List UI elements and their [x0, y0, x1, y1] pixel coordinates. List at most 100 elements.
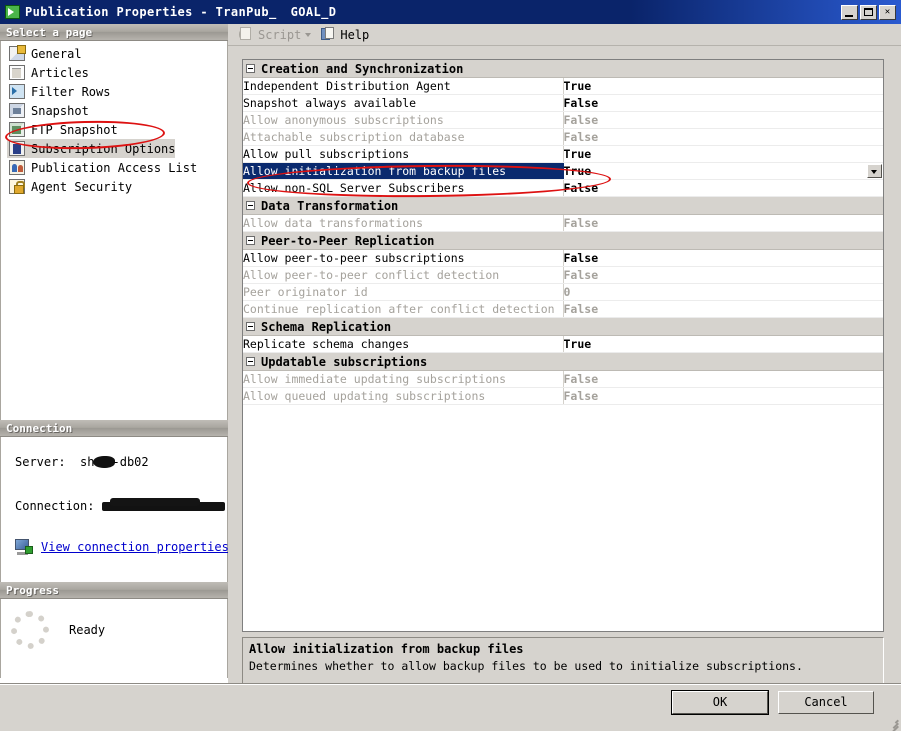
view-connection-properties-link[interactable]: View connection properties	[41, 540, 229, 554]
property-name-cell[interactable]: Allow pull subscriptions	[243, 145, 564, 163]
close-button[interactable]: ✕	[879, 4, 896, 20]
property-row[interactable]: Independent Distribution Agent True	[243, 77, 883, 95]
property-value-cell[interactable]: False	[563, 370, 883, 388]
property-name-cell[interactable]: Allow queued updating subscriptions	[243, 387, 564, 405]
sidebar-item-agent-security[interactable]: Agent Security	[1, 177, 227, 196]
property-name-cell[interactable]: Allow immediate updating subscriptions	[243, 370, 564, 388]
property-row[interactable]: Allow peer-to-peer subscriptions False	[243, 249, 883, 267]
sidebar-item-general[interactable]: General	[1, 44, 227, 63]
property-value-cell[interactable]: False	[563, 214, 883, 232]
property-category-row[interactable]: Schema Replication	[243, 317, 883, 336]
value-dropdown-button[interactable]	[867, 164, 882, 178]
property-value-cell[interactable]: True	[563, 335, 883, 353]
sidebar-item-subscription-options[interactable]: Subscription Options	[7, 139, 176, 158]
collapse-icon[interactable]	[246, 64, 255, 73]
property-name-cell[interactable]: Continue replication after conflict dete…	[243, 300, 564, 318]
property-row[interactable]: Attachable subscription database False	[243, 128, 883, 146]
property-row[interactable]: Allow immediate updating subscriptions Fa…	[243, 370, 883, 388]
script-button[interactable]: Script	[236, 26, 314, 44]
property-name-cell[interactable]: Allow data transformations	[243, 214, 564, 232]
property-row[interactable]: Allow initialization from backup files Tr…	[243, 162, 883, 180]
property-row[interactable]: Allow pull subscriptions True	[243, 145, 883, 163]
snapshot-page-icon	[9, 103, 25, 118]
property-row[interactable]: Allow peer-to-peer conflict detection Fal…	[243, 266, 883, 284]
collapse-icon[interactable]	[246, 322, 255, 331]
maximize-button[interactable]	[860, 4, 877, 20]
general-page-icon	[9, 45, 26, 61]
property-value-cell[interactable]: False	[563, 128, 883, 146]
property-row[interactable]: Continue replication after conflict dete…	[243, 300, 883, 318]
close-icon: ✕	[884, 6, 891, 17]
sidebar-item-snapshot[interactable]: Snapshot	[1, 101, 227, 120]
property-category-row[interactable]: Peer-to-Peer Replication	[243, 231, 883, 250]
property-grid[interactable]: Creation and Synchronization Independent …	[242, 59, 884, 632]
property-name-cell[interactable]: Allow anonymous subscriptions	[243, 111, 564, 129]
resize-grip[interactable]	[885, 715, 899, 731]
property-name-cell[interactable]: Allow non-SQL Server Subscribers	[243, 179, 564, 197]
property-category-label: Updatable subscriptions	[261, 354, 428, 369]
page-list: General Articles Filter Rows Snapshot FT…	[0, 41, 228, 420]
ok-button[interactable]: OK	[671, 690, 769, 715]
progress-header: Progress	[0, 582, 228, 599]
articles-page-icon	[9, 65, 25, 80]
property-value-cell[interactable]: False	[563, 94, 883, 112]
property-value-cell[interactable]: 0	[563, 283, 883, 301]
sidebar-item-articles[interactable]: Articles	[1, 63, 227, 82]
property-category-label: Schema Replication	[261, 319, 392, 334]
toolbar: Script Help	[228, 24, 901, 46]
sidebar-item-publication-access-list[interactable]: Publication Access List	[1, 158, 227, 177]
property-value-cell[interactable]: False	[563, 179, 883, 197]
collapse-icon[interactable]	[246, 236, 255, 245]
cancel-button[interactable]: Cancel	[778, 691, 874, 714]
progress-panel: Ready	[0, 599, 228, 678]
property-category-row[interactable]: Creation and Synchronization	[243, 60, 883, 78]
property-category-cell: Creation and Synchronization	[243, 60, 883, 78]
property-value-cell[interactable]: True	[563, 77, 883, 95]
property-row[interactable]: Allow anonymous subscriptions False	[243, 111, 883, 129]
property-row[interactable]: Allow non-SQL Server Subscribers False	[243, 179, 883, 197]
property-value-cell[interactable]: False	[563, 111, 883, 129]
subscription-options-page-icon	[9, 141, 25, 156]
property-name-cell[interactable]: Attachable subscription database	[243, 128, 564, 146]
property-category-row[interactable]: Data Transformation	[243, 196, 883, 215]
redacted-server-segment	[92, 456, 115, 468]
property-name-cell[interactable]: Replicate schema changes	[243, 335, 564, 353]
sidebar-item-ftp-snapshot[interactable]: FTP Snapshot	[1, 120, 227, 139]
property-value-cell[interactable]: False	[563, 266, 883, 284]
sidebar-item-filter-rows[interactable]: Filter Rows	[1, 82, 227, 101]
property-name-cell[interactable]: Allow peer-to-peer conflict detection	[243, 266, 564, 284]
property-value-cell[interactable]: True	[563, 145, 883, 163]
connection-properties-icon	[15, 539, 33, 555]
property-value-cell[interactable]: False	[563, 300, 883, 318]
property-name-cell[interactable]: Independent Distribution Agent	[243, 77, 564, 95]
collapse-icon[interactable]	[246, 357, 255, 366]
property-row[interactable]: Snapshot always available False	[243, 94, 883, 112]
property-value-cell[interactable]: False	[563, 387, 883, 405]
property-row[interactable]: Allow data transformations False	[243, 214, 883, 232]
window-title-suffix: GOAL_D	[290, 5, 337, 19]
progress-row: Ready	[1, 611, 227, 649]
collapse-icon[interactable]	[246, 201, 255, 210]
chevron-down-icon[interactable]	[305, 32, 312, 37]
sidebar-item-label: Subscription Options	[31, 141, 176, 156]
window-controls: ✕	[841, 4, 896, 20]
minimize-button[interactable]	[841, 4, 858, 20]
property-category-row[interactable]: Updatable subscriptions	[243, 352, 883, 371]
property-name-cell[interactable]: Allow initialization from backup files	[243, 162, 564, 180]
ftp-snapshot-page-icon	[9, 122, 25, 137]
property-row[interactable]: Replicate schema changes True	[243, 335, 883, 353]
sidebar-item-label: Snapshot	[31, 103, 89, 118]
window-title-prefix: Publication Properties - TranPub_	[25, 5, 277, 19]
property-name-cell[interactable]: Peer originator id	[243, 283, 564, 301]
property-name-cell[interactable]: Allow peer-to-peer subscriptions	[243, 249, 564, 267]
help-button[interactable]: Help	[318, 26, 372, 44]
property-name-cell[interactable]: Snapshot always available	[243, 94, 564, 112]
property-row[interactable]: Allow queued updating subscriptions False	[243, 387, 883, 405]
select-a-page-header: Select a page	[0, 24, 228, 41]
view-connection-properties-row[interactable]: View connection properties	[1, 539, 229, 555]
property-value-cell[interactable]: False	[563, 249, 883, 267]
sidebar-item-label: Publication Access List	[31, 160, 198, 175]
property-value-cell[interactable]: True	[563, 162, 883, 180]
property-row[interactable]: Peer originator id 0	[243, 283, 883, 301]
property-category-cell: Updatable subscriptions	[243, 352, 883, 371]
